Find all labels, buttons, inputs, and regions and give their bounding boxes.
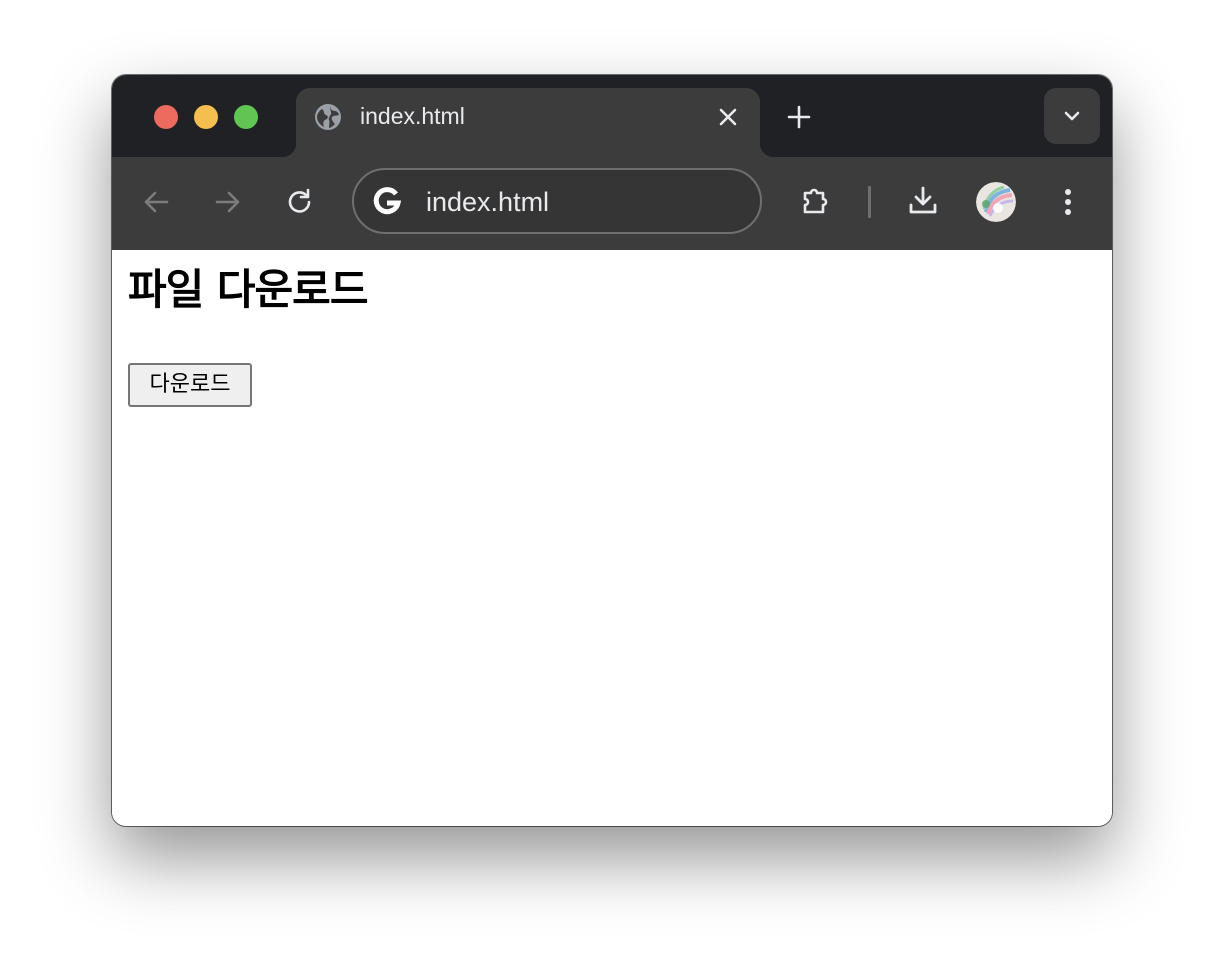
google-g-icon <box>370 184 404 218</box>
page-content: 파일 다운로드 다운로드 <box>112 250 1112 826</box>
tab-title: index.html <box>360 103 465 129</box>
tab-index-html[interactable]: index.html <box>282 88 774 157</box>
toolbar-divider <box>868 186 871 218</box>
close-window-button[interactable] <box>154 105 178 129</box>
browser-window: index.html index.html 파일 다운로드 다운로드 <box>112 75 1112 826</box>
plus-icon[interactable] <box>785 103 813 131</box>
url-text[interactable]: index.html <box>426 187 549 217</box>
arrow-left-icon[interactable] <box>138 184 174 220</box>
browser-toolbar: index.html <box>112 157 1112 250</box>
chevron-down-icon <box>1064 111 1080 121</box>
page-title: 파일 다운로드 <box>128 265 368 314</box>
puzzle-icon[interactable] <box>798 184 834 220</box>
reload-icon[interactable] <box>282 184 318 220</box>
tab-search-button[interactable] <box>1044 88 1100 144</box>
globe-icon <box>314 103 342 131</box>
arrow-right-icon[interactable] <box>210 184 246 220</box>
zoom-window-button[interactable] <box>234 105 258 129</box>
minimize-window-button[interactable] <box>194 105 218 129</box>
address-bar[interactable]: index.html <box>352 168 762 234</box>
download-button[interactable]: 다운로드 <box>128 363 252 407</box>
title-bar: index.html <box>112 75 1112 157</box>
download-icon[interactable] <box>905 183 941 219</box>
avatar[interactable] <box>976 182 1016 222</box>
three-dot-menu-icon[interactable] <box>1050 184 1086 220</box>
close-icon[interactable] <box>716 105 740 129</box>
